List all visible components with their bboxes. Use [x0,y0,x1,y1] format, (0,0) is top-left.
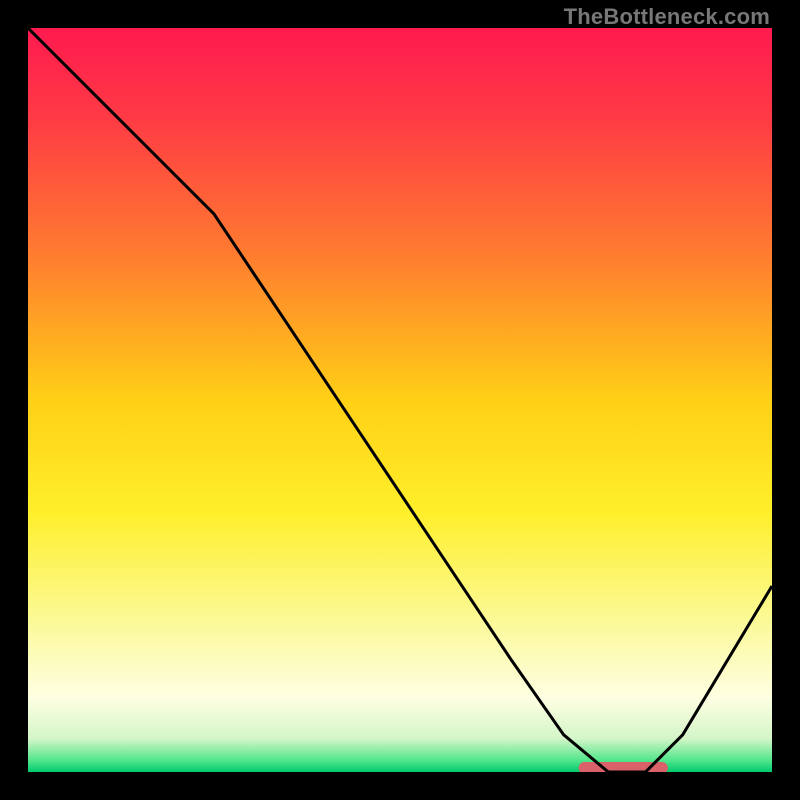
plot-svg [28,28,772,772]
watermark-text: TheBottleneck.com [564,4,770,30]
plot-area [28,28,772,772]
chart-frame: TheBottleneck.com [0,0,800,800]
